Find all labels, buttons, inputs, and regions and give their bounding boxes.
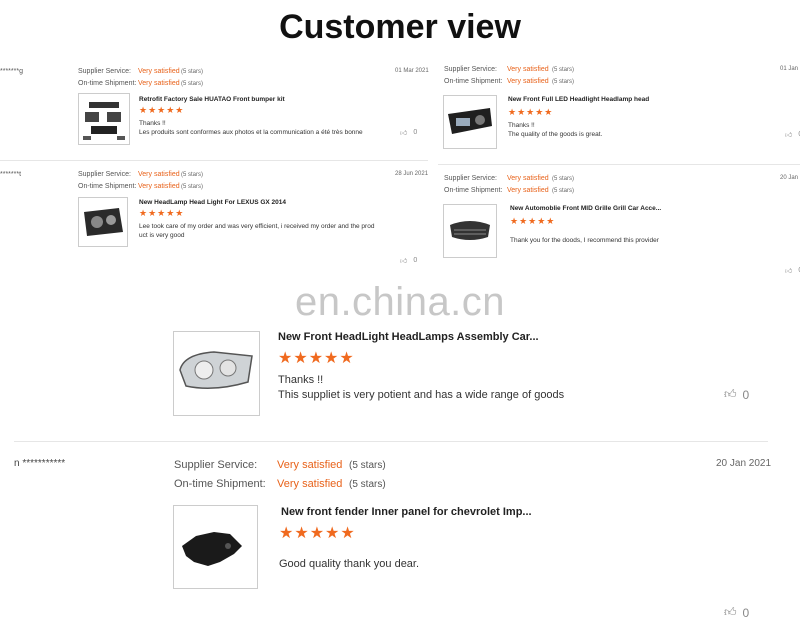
reviewer-name: *******t <box>0 171 22 178</box>
supplier-service-label: Supplier Service: <box>78 171 131 178</box>
ontime-shipment-label: On-time Shipment: <box>174 478 266 490</box>
like-button[interactable]: 👍︎ 0 <box>724 605 749 620</box>
like-count: 0 <box>742 387 750 402</box>
supplier-service-rating: Very satisfied <box>138 68 180 75</box>
supplier-service-rating: Very satisfied <box>507 175 549 182</box>
page-title: Customer view <box>279 8 521 46</box>
product-thumbnail[interactable] <box>173 331 260 416</box>
review-date: 20 Jan <box>780 175 799 181</box>
thumbs-up-icon: 👍︎ <box>400 130 408 137</box>
supplier-service-rating: Very satisfied <box>277 459 343 471</box>
review-text-line1: Thanks !! <box>508 122 535 129</box>
ontime-shipment-rating: Very satisfied <box>138 80 180 87</box>
led-headlight-image <box>448 108 492 134</box>
supplier-service-rating: Very satisfied <box>138 171 180 178</box>
product-title-link[interactable]: New Automoblie Front MID Grille Grill Ca… <box>510 205 661 212</box>
ontime-shipment-stars: (5 stars) <box>181 81 204 87</box>
like-button[interactable]: 👍︎ 0 <box>400 128 417 137</box>
review-text-line2: Les produits sont conformes aux photos e… <box>139 129 363 136</box>
like-count: 0 <box>413 129 418 136</box>
ontime-shipment-label: On-time Shipment: <box>78 80 137 87</box>
fender-panel-image <box>182 532 242 566</box>
review-text-line2: The quality of the goods is great. <box>508 131 603 138</box>
reviewer-name: *******g <box>0 68 23 75</box>
supplier-service-label: Supplier Service: <box>444 66 497 73</box>
divider <box>438 164 800 165</box>
thumbs-up-icon: 👍︎ <box>724 387 737 401</box>
product-title-link[interactable]: New Front Full LED Headlight Headlamp he… <box>508 96 649 103</box>
review-text-line1: Thanks !! <box>278 374 324 386</box>
ontime-shipment-label: On-time Shipment: <box>444 187 503 194</box>
ontime-shipment-stars: (5 stars) <box>349 479 386 490</box>
supplier-service-stars: (5 stars) <box>181 69 204 75</box>
thumbs-up-icon: 👍︎ <box>785 132 793 139</box>
ontime-shipment-rating: Very satisfied <box>507 187 549 194</box>
product-thumbnail[interactable] <box>443 204 497 258</box>
review-text-line2: uct is very good <box>139 232 185 239</box>
review-text-line1: Thank you for the doods, I recommend thi… <box>510 237 659 244</box>
product-thumbnail[interactable] <box>443 95 497 149</box>
rating-stars: ★★★★★ <box>510 216 556 226</box>
product-title-link[interactable]: New front fender Inner panel for chevrol… <box>281 506 532 518</box>
ontime-shipment-label: On-time Shipment: <box>444 78 503 85</box>
thumbs-up-icon: 👍︎ <box>785 268 793 275</box>
product-title-link[interactable]: New HeadLamp Head Light For LEXUS GX 201… <box>139 199 286 206</box>
review-text-line1: Lee took care of my order and was very e… <box>139 223 375 230</box>
headlamp-assembly-image <box>179 351 253 389</box>
ontime-shipment-stars: (5 stars) <box>552 79 575 85</box>
like-button[interactable]: 👍︎0 <box>785 266 800 275</box>
ontime-shipment-rating: Very satisfied <box>277 478 343 490</box>
supplier-service-label: Supplier Service: <box>444 175 497 182</box>
ontime-shipment-label: On-time Shipment: <box>78 183 137 190</box>
supplier-service-stars: (5 stars) <box>552 176 575 182</box>
product-thumbnail[interactable] <box>173 505 258 589</box>
ontime-shipment-rating: Very satisfied <box>507 78 549 85</box>
supplier-service-stars: (5 stars) <box>552 67 575 73</box>
review-text-line1: Good quality thank you dear. <box>279 558 420 570</box>
review-date: 01 Mar 2021 <box>395 68 429 74</box>
headlamp-image <box>84 208 123 236</box>
rating-stars: ★★★★★ <box>508 107 554 117</box>
review-text-line2: This suppliet is very potient and has a … <box>278 389 565 401</box>
supplier-service-rating: Very satisfied <box>507 66 549 73</box>
supplier-service-label: Supplier Service: <box>78 68 131 75</box>
like-count: 0 <box>742 605 750 620</box>
like-button[interactable]: 👍︎ 0 <box>400 256 417 265</box>
ontime-shipment-rating: Very satisfied <box>138 183 180 190</box>
supplier-service-stars: (5 stars) <box>349 460 386 471</box>
reviewer-name: n *********** <box>14 458 66 469</box>
like-button[interactable]: 👍︎0 <box>785 130 800 139</box>
bumper-kit-image <box>83 102 125 140</box>
ontime-shipment-stars: (5 stars) <box>552 188 575 194</box>
supplier-service-stars: (5 stars) <box>181 172 204 178</box>
review-text-line1: Thanks !! <box>139 120 166 127</box>
watermark: en.china.cn <box>294 280 506 324</box>
divider <box>14 441 768 442</box>
product-title-link[interactable]: Retrofit Factory Sale HUATAO Front bumpe… <box>139 96 285 103</box>
grille-image <box>450 221 490 240</box>
ontime-shipment-stars: (5 stars) <box>181 184 204 190</box>
product-title-link[interactable]: New Front HeadLight HeadLamps Assembly C… <box>278 331 539 343</box>
review-date: 28 Jun 2021 <box>395 171 429 177</box>
divider <box>0 160 428 161</box>
rating-stars: ★★★★★ <box>279 525 356 542</box>
product-thumbnail[interactable] <box>78 197 128 247</box>
thumbs-up-icon: 👍︎ <box>724 605 737 619</box>
thumbs-up-icon: 👍︎ <box>400 258 408 265</box>
rating-stars: ★★★★★ <box>278 350 355 367</box>
rating-stars: ★★★★★ <box>139 105 185 115</box>
like-button[interactable]: 👍︎ 0 <box>724 387 749 402</box>
like-count: 0 <box>413 257 418 264</box>
product-thumbnail[interactable] <box>78 93 130 145</box>
rating-stars: ★★★★★ <box>139 208 185 218</box>
review-date: 01 Jan <box>780 66 799 72</box>
review-date: 20 Jan 2021 <box>716 458 772 469</box>
supplier-service-label: Supplier Service: <box>174 459 258 471</box>
